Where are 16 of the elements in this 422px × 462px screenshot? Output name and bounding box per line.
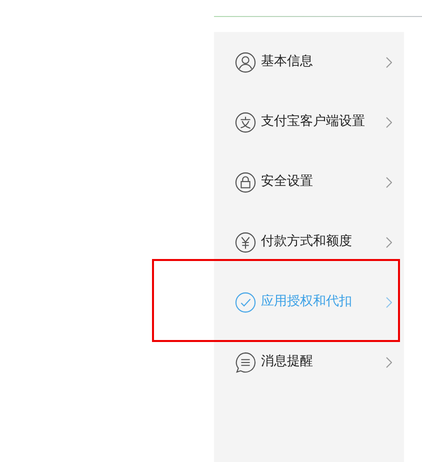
- chevron-right-icon: [386, 116, 392, 128]
- chevron-right-icon: [386, 296, 392, 308]
- menu-item[interactable]: 支付宝客户端设置: [214, 112, 404, 132]
- lock-icon: [235, 172, 256, 192]
- menu-item[interactable]: 安全设置: [214, 172, 404, 192]
- menu-item[interactable]: 消息提醒: [214, 352, 404, 372]
- check-icon: [235, 292, 256, 312]
- chevron-right-icon: [386, 236, 392, 248]
- menu-item[interactable]: 付款方式和额度: [214, 232, 404, 252]
- chevron-right-icon: [386, 356, 392, 368]
- chevron-right-icon: [386, 56, 392, 68]
- message-icon: [235, 352, 256, 372]
- chevron-right-icon: [386, 176, 392, 188]
- menu-item[interactable]: 基本信息: [214, 52, 404, 72]
- user-icon: [235, 52, 256, 72]
- yen-icon: [235, 232, 256, 252]
